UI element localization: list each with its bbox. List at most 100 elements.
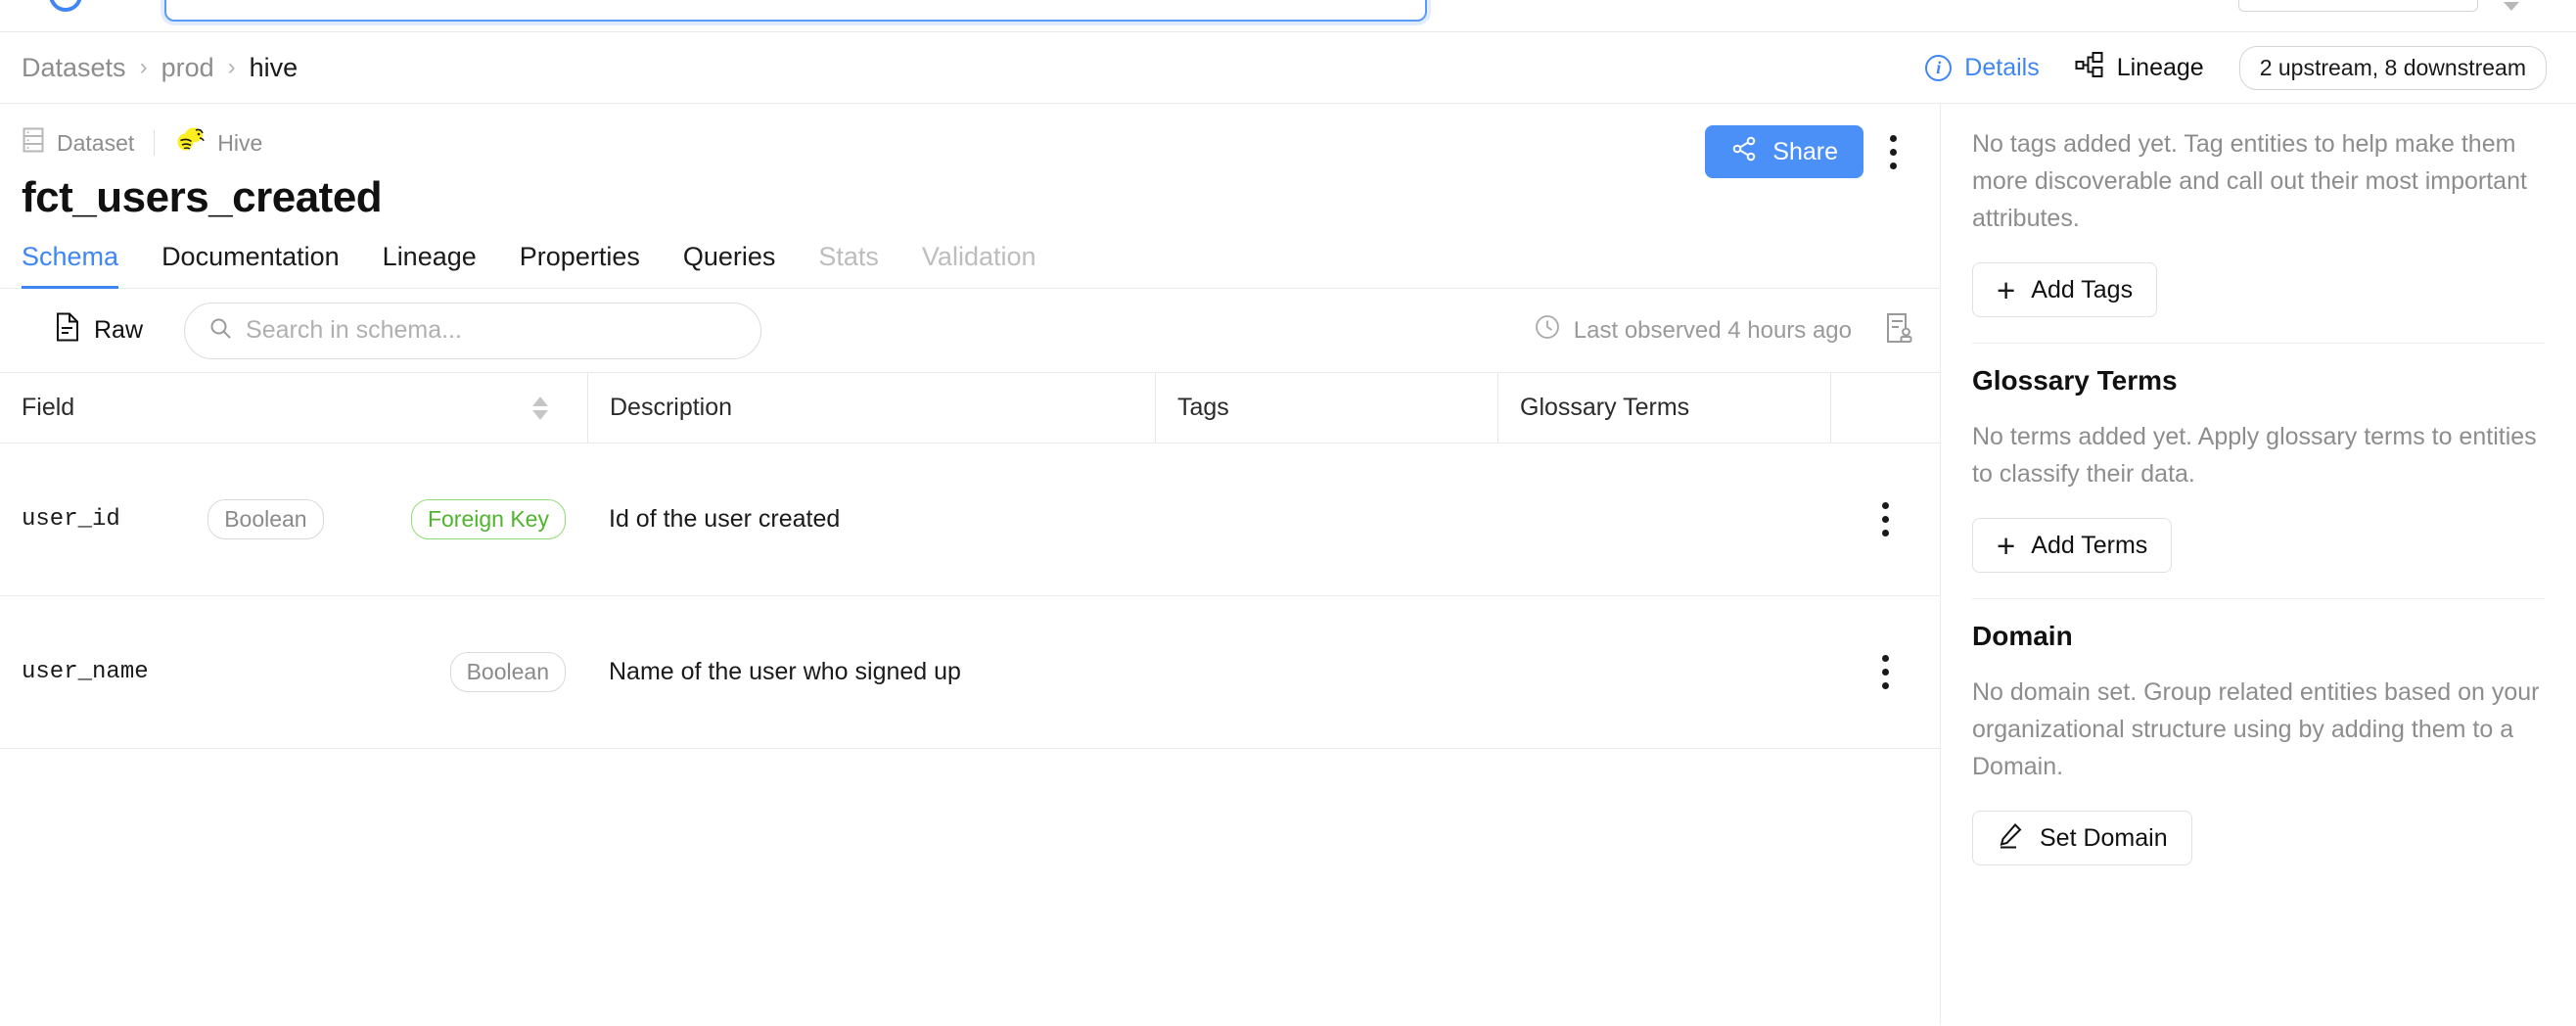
add-terms-label: Add Terms <box>2031 532 2147 560</box>
schema-search-box[interactable] <box>184 303 761 359</box>
row-more-menu-button[interactable] <box>1863 493 1907 546</box>
tab-queries[interactable]: Queries <box>662 242 798 288</box>
entity-type-label: Dataset <box>57 130 134 157</box>
glossary-empty-message: No terms added yet. Apply glossary terms… <box>1972 418 2545 492</box>
column-header-description-label: Description <box>610 394 732 422</box>
last-observed: Last observed 4 hours ago <box>1535 314 1852 347</box>
entity-tabs: Schema Documentation Lineage Properties … <box>0 242 1940 289</box>
field-description: Name of the user who signed up <box>609 658 961 686</box>
share-button[interactable]: Share <box>1705 125 1863 178</box>
column-header-field[interactable]: Field <box>0 373 587 443</box>
details-label: Details <box>1964 54 2039 82</box>
column-header-actions <box>1830 373 1940 443</box>
tab-properties[interactable]: Properties <box>498 242 662 288</box>
sidebar-section-tags: No tags added yet. Tag entities to help … <box>1972 104 2545 343</box>
breadcrumb: Datasets › prod › hive <box>22 53 298 83</box>
cell-actions <box>1830 646 1940 699</box>
lineage-icon <box>2075 51 2104 85</box>
entity-header: Dataset <box>0 104 1940 222</box>
set-domain-button[interactable]: Set Domain <box>1972 811 2192 865</box>
column-header-glossary: Glossary Terms <box>1497 373 1830 443</box>
foreign-key-badge: Foreign Key <box>411 499 566 539</box>
dataset-icon <box>22 126 45 160</box>
cell-field: user_id Boolean Foreign Key <box>0 499 587 539</box>
field-type-badge: Boolean <box>450 652 566 692</box>
table-row[interactable]: user_name Boolean Name of the user who s… <box>0 596 1940 749</box>
last-observed-label: Last observed 4 hours ago <box>1574 317 1852 345</box>
search-icon <box>208 316 232 345</box>
tags-empty-message: No tags added yet. Tag entities to help … <box>1972 125 2545 237</box>
datahub-logo-icon[interactable] <box>49 0 82 12</box>
info-icon: i <box>1925 55 1952 81</box>
tab-lineage[interactable]: Lineage <box>361 242 498 288</box>
pencil-icon <box>1997 821 2024 856</box>
hive-logo-icon <box>174 125 206 161</box>
meta-divider <box>154 130 155 156</box>
share-label: Share <box>1772 138 1838 166</box>
column-header-glossary-label: Glossary Terms <box>1520 394 1689 422</box>
global-navbar <box>0 0 2576 32</box>
document-icon <box>55 312 80 349</box>
field-name: user_id <box>22 506 120 533</box>
entity-more-menu-button[interactable] <box>1871 125 1914 178</box>
column-header-tags: Tags <box>1155 373 1497 443</box>
schema-blame-icon[interactable] <box>1885 312 1914 349</box>
tab-documentation[interactable]: Documentation <box>140 242 361 288</box>
page-title: fct_users_created <box>22 173 1910 222</box>
field-type-badge: Boolean <box>207 499 323 539</box>
sort-icon[interactable] <box>532 396 548 420</box>
add-terms-button[interactable]: + Add Terms <box>1972 518 2172 573</box>
breadcrumb-item-prod[interactable]: prod <box>161 53 214 83</box>
schema-table: Field Description Tags Glossary Terms <box>0 373 1940 749</box>
share-icon <box>1730 135 1758 169</box>
tab-validation: Validation <box>900 242 1058 288</box>
global-search-input[interactable] <box>164 0 1427 22</box>
glossary-section-title: Glossary Terms <box>1972 365 2545 396</box>
clock-icon <box>1535 314 1560 347</box>
field-name: user_name <box>22 659 149 685</box>
plus-icon: + <box>1997 530 2015 562</box>
global-nav-select[interactable] <box>2238 0 2478 12</box>
breadcrumb-item-datasets[interactable]: Datasets <box>22 53 126 83</box>
row-more-menu-button[interactable] <box>1863 646 1907 699</box>
entity-actions: Share <box>1705 125 1914 178</box>
plus-icon: + <box>1997 274 2015 306</box>
domain-empty-message: No domain set. Group related entities ba… <box>1972 674 2545 785</box>
add-tags-button[interactable]: + Add Tags <box>1972 262 2157 317</box>
raw-toggle-button[interactable]: Raw <box>22 312 143 349</box>
page-body: Dataset <box>0 104 2576 1025</box>
entity-type: Dataset <box>22 126 134 160</box>
cell-description[interactable]: Id of the user created <box>587 505 1155 534</box>
cell-actions <box>1830 493 1940 546</box>
schema-toolbar: Raw <box>0 289 1940 373</box>
tab-stats: Stats <box>797 242 900 288</box>
sidebar-section-domain: Domain No domain set. Group related enti… <box>1972 598 2545 891</box>
lineage-count-badge[interactable]: 2 upstream, 8 downstream <box>2239 46 2547 90</box>
breadcrumb-actions: i Details Lineage 2 upstream, 8 downstre… <box>1925 46 2547 90</box>
breadcrumb-item-hive[interactable]: hive <box>250 53 299 83</box>
cell-field: user_name Boolean <box>0 652 587 692</box>
tab-schema[interactable]: Schema <box>22 242 140 288</box>
sidebar-section-glossary: Glossary Terms No terms added yet. Apply… <box>1972 343 2545 598</box>
column-header-field-label: Field <box>22 394 74 422</box>
breadcrumb-bar: Datasets › prod › hive i Details Lineage… <box>0 32 2576 104</box>
schema-table-header: Field Description Tags Glossary Terms <box>0 373 1940 443</box>
entity-platform-label: Hive <box>217 130 262 157</box>
chevron-down-icon[interactable] <box>2504 2 2519 11</box>
search-input[interactable] <box>246 316 737 345</box>
breadcrumb-separator: › <box>140 54 148 81</box>
domain-section-title: Domain <box>1972 621 2545 652</box>
cell-description[interactable]: Name of the user who signed up <box>587 658 1155 686</box>
column-header-tags-label: Tags <box>1177 394 1229 422</box>
entity-main-panel: Dataset <box>0 104 1941 1025</box>
table-row[interactable]: user_id Boolean Foreign Key Id of the us… <box>0 443 1940 596</box>
entity-meta-row: Dataset <box>22 125 1910 161</box>
set-domain-label: Set Domain <box>2040 824 2168 853</box>
entity-platform: Hive <box>174 125 262 161</box>
field-description: Id of the user created <box>609 505 840 534</box>
details-button[interactable]: i Details <box>1925 54 2039 82</box>
entity-sidebar: No tags added yet. Tag entities to help … <box>1941 104 2576 1025</box>
lineage-button[interactable]: Lineage <box>2075 51 2204 85</box>
raw-label: Raw <box>94 316 143 345</box>
lineage-label: Lineage <box>2117 54 2204 82</box>
